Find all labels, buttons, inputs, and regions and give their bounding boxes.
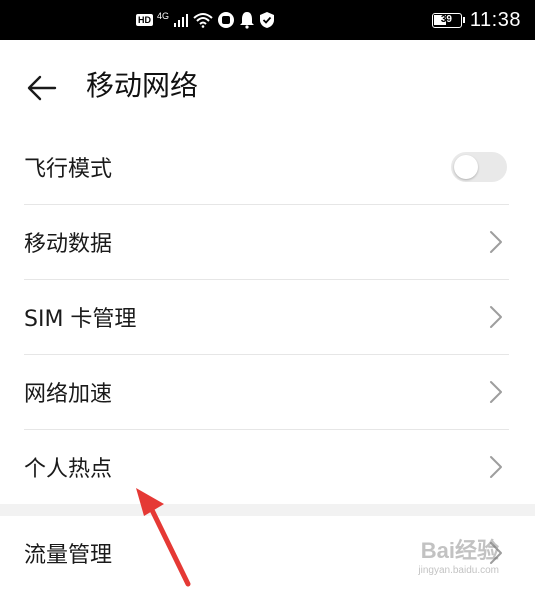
- airplane-mode-row[interactable]: 飞行模式: [24, 130, 509, 204]
- hd-icon: HD: [136, 14, 153, 26]
- personal-hotspot-label: 个人热点: [24, 457, 113, 482]
- annotation-arrow-icon: [136, 488, 191, 587]
- signal-icon: [174, 14, 189, 27]
- watermark-main: Bai经验: [420, 538, 499, 563]
- battery-icon: 39: [431, 12, 465, 28]
- back-button[interactable]: [22, 68, 62, 108]
- toggle-knob: [454, 155, 478, 179]
- sim-management-label: SIM 卡管理: [24, 307, 137, 332]
- watermark-sub: jingyan.baidu.com: [418, 565, 499, 576]
- network-acceleration-row[interactable]: 网络加速: [24, 355, 509, 429]
- status-right: 39 11:38: [431, 8, 521, 32]
- group-separator: [0, 504, 535, 516]
- network-type-label: 4G: [157, 11, 170, 21]
- hand-icon: [218, 12, 235, 28]
- airplane-mode-label: 飞行模式: [24, 157, 113, 182]
- page-title: 移动网络: [86, 69, 199, 102]
- shield-icon: [260, 12, 275, 28]
- arrow-left-icon: [27, 75, 57, 101]
- sim-management-row[interactable]: SIM 卡管理: [24, 280, 509, 354]
- clock: 11:38: [469, 8, 521, 31]
- wifi-icon: [193, 13, 213, 28]
- personal-hotspot-row[interactable]: 个人热点: [24, 430, 509, 504]
- mobile-data-label: 移动数据: [24, 232, 113, 257]
- battery-level: 39: [440, 13, 452, 25]
- data-usage-label: 流量管理: [24, 543, 113, 568]
- chevron-right-icon: [490, 231, 502, 253]
- chevron-right-icon: [490, 306, 502, 328]
- mobile-data-row[interactable]: 移动数据: [24, 205, 509, 279]
- baidu-watermark: Bai经验 jingyan.baidu.com: [418, 533, 499, 576]
- chevron-right-icon: [490, 381, 502, 403]
- settings-list: 飞行模式 移动数据 SIM 卡管理 网络加速 个人热点 流量管理: [0, 130, 535, 590]
- status-icons: HD 4G: [136, 9, 275, 31]
- chevron-right-icon: [490, 456, 502, 478]
- app-header: 移动网络: [0, 40, 535, 134]
- bell-icon: [240, 12, 255, 29]
- status-bar: HD 4G 39 11:38: [0, 0, 535, 40]
- network-acceleration-label: 网络加速: [24, 382, 113, 407]
- airplane-mode-toggle[interactable]: [451, 152, 507, 182]
